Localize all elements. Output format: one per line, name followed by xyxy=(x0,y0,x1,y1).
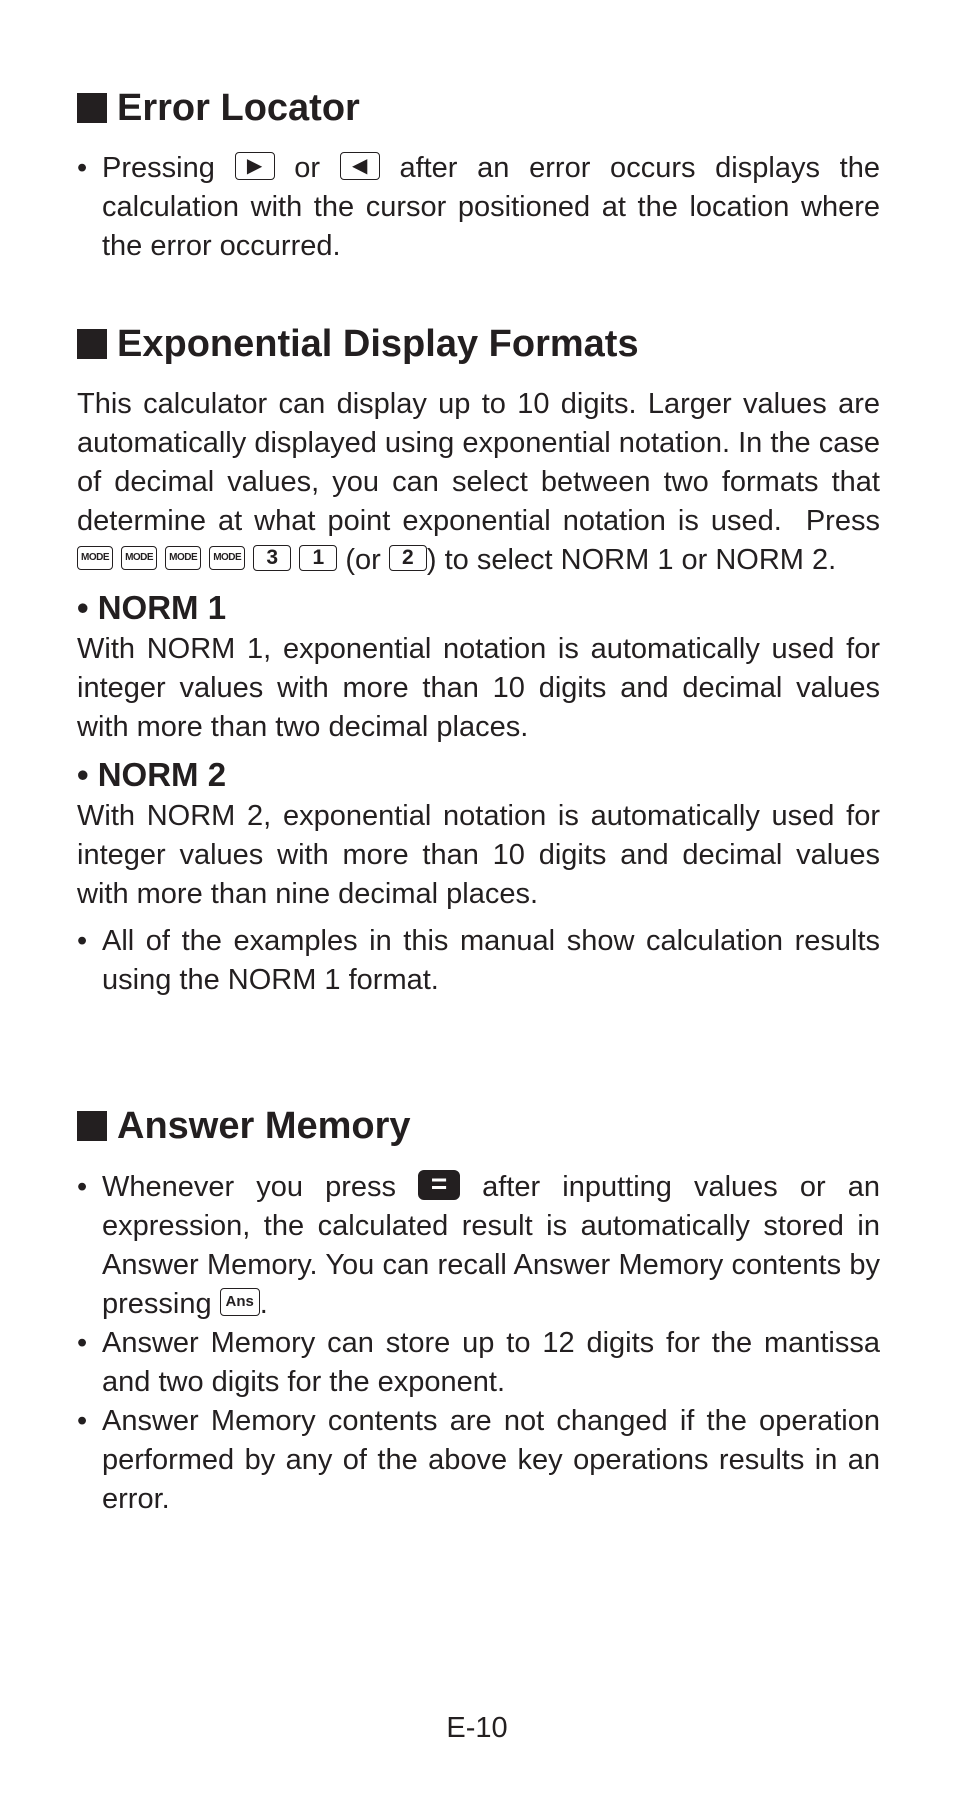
mode-key-icon: MODE xyxy=(77,546,113,571)
key-1-icon: 1 xyxy=(299,545,338,572)
right-arrow-key-icon: ▶ xyxy=(234,152,275,181)
norm2-text: With NORM 2, exponential notation is aut… xyxy=(77,800,880,910)
heading-square-icon xyxy=(77,329,107,359)
mode-key-icon: MODE xyxy=(209,546,246,571)
equals-key-icon: = xyxy=(418,1170,461,1201)
norm1-text: With NORM 1, exponential notation is aut… xyxy=(77,633,880,743)
page-number: E-10 xyxy=(446,1712,508,1744)
norm1-heading: • NORM 1 xyxy=(77,589,227,626)
norm2-heading: • NORM 2 xyxy=(77,756,227,793)
mode-key-icon: MODE xyxy=(165,546,202,571)
list-item: All of the examples in this manual show … xyxy=(77,922,880,1000)
list-item: Pressing ▶ or ◀ after an error occurs di… xyxy=(77,149,880,266)
mode-key-icon: MODE xyxy=(121,546,158,571)
list-item: Answer Memory can store up to 12 digits … xyxy=(77,1324,880,1402)
exponential-intro: This calculator can display up to 10 dig… xyxy=(77,388,880,576)
section-heading-error-locator: Error Locator xyxy=(77,86,360,130)
heading-square-icon xyxy=(77,93,107,123)
exponential-body: This calculator can display up to 10 dig… xyxy=(77,385,880,1000)
error-locator-list: Pressing ▶ or ◀ after an error occurs di… xyxy=(77,149,880,266)
list-item: Whenever you press = after inputting val… xyxy=(77,1168,880,1324)
left-arrow-key-icon: ◀ xyxy=(339,152,380,181)
key-2-icon: 2 xyxy=(388,545,427,572)
heading-square-icon xyxy=(77,1111,107,1141)
ans-key-icon: Ans xyxy=(219,1288,260,1317)
answer-memory-list: Whenever you press = after inputting val… xyxy=(77,1168,880,1519)
section-heading-exponential: Exponential Display Formats xyxy=(77,322,639,366)
section-heading-answer-memory: Answer Memory xyxy=(77,1104,411,1148)
exponential-notes: All of the examples in this manual show … xyxy=(77,922,880,1000)
key-3-icon: 3 xyxy=(253,545,292,572)
list-item: Answer Memory contents are not changed i… xyxy=(77,1402,880,1519)
